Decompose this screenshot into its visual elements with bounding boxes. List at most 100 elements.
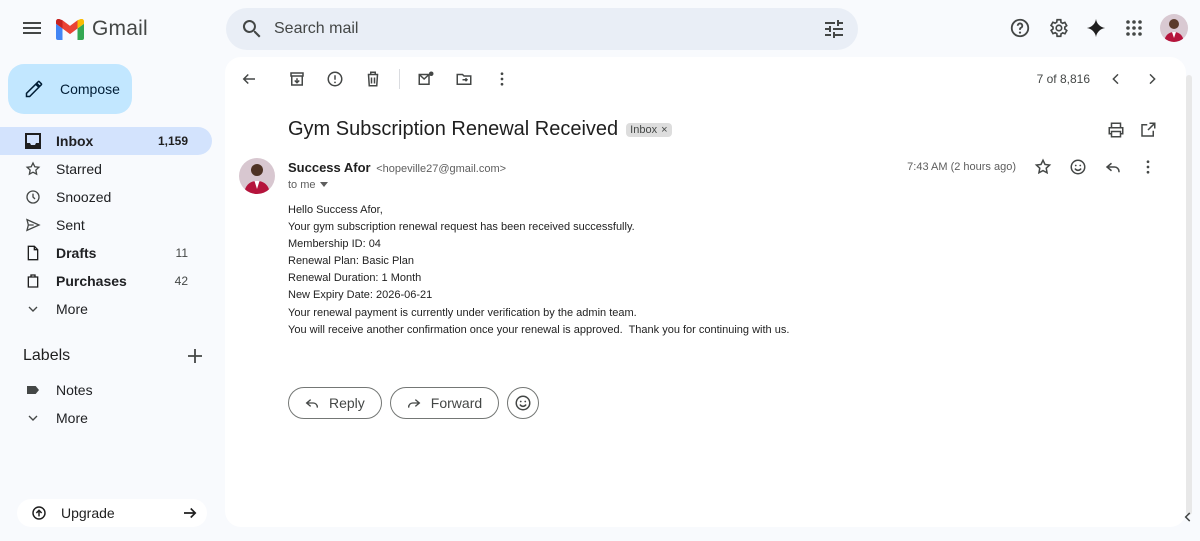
mark-unread-icon[interactable] (414, 67, 438, 91)
more-vert-icon[interactable] (1138, 157, 1158, 177)
labels-list: Notes More (0, 376, 224, 432)
top-bar: Gmail (0, 0, 1200, 57)
body-line: Membership ID: 04 (288, 238, 381, 251)
inbox-label-chip[interactable]: Inbox × (626, 122, 672, 137)
chevron-down-icon (24, 409, 42, 427)
scrollbar[interactable] (1186, 75, 1192, 515)
sidebar-item-starred[interactable]: Starred (0, 155, 212, 183)
sidebar-item-purchases[interactable]: Purchases 42 (0, 267, 212, 295)
subject-line: Gym Subscription Renewal Received Inbox … (288, 118, 672, 141)
clock-icon (24, 188, 42, 206)
sidebar-item-label: Sent (56, 217, 85, 233)
reply-icon[interactable] (1103, 157, 1123, 177)
star-icon[interactable] (1033, 157, 1053, 177)
sidebar-item-label: Purchases (56, 273, 127, 289)
forward-icon (405, 394, 423, 412)
sidebar-item-more[interactable]: More (0, 295, 212, 323)
sender-email: <hopeville27@gmail.com> (376, 163, 507, 175)
move-to-folder-icon[interactable] (452, 67, 476, 91)
help-icon[interactable] (1006, 14, 1034, 42)
main-menu-button[interactable] (16, 12, 48, 44)
delete-trash-icon[interactable] (361, 67, 385, 91)
more-vert-icon[interactable] (490, 67, 514, 91)
draft-icon (24, 244, 42, 262)
upgrade-button[interactable]: Upgrade (17, 499, 207, 527)
gmail-wordmark: Gmail (92, 17, 148, 40)
back-arrow-icon[interactable] (237, 67, 261, 91)
emoji-react-icon[interactable] (1068, 157, 1088, 177)
sidebar-item-label: More (56, 301, 88, 317)
gemini-sparkle-icon[interactable] (1082, 14, 1110, 42)
apps-grid-icon[interactable] (1120, 14, 1148, 42)
unread-count: 1,159 (157, 134, 188, 148)
open-new-window-icon[interactable] (1138, 120, 1158, 140)
search-bar[interactable] (226, 8, 858, 50)
reply-label: Reply (329, 395, 365, 411)
compose-label: Compose (60, 81, 120, 97)
purchases-icon (24, 272, 42, 290)
search-options-icon[interactable] (822, 17, 846, 41)
archive-icon[interactable] (285, 67, 309, 91)
body-line: Renewal Plan: Basic Plan (288, 255, 414, 268)
chevron-left-icon (1181, 510, 1195, 524)
email-subject: Gym Subscription Renewal Received (288, 118, 619, 140)
sender-name[interactable]: Success Afor (288, 160, 371, 175)
label-item-label: More (56, 410, 88, 426)
emoji-reaction-button[interactable] (507, 387, 540, 419)
labels-heading: Labels (23, 347, 71, 364)
gmail-m-icon (56, 18, 84, 40)
chip-label: Inbox (630, 123, 658, 136)
sidebar-item-label: Snoozed (56, 189, 112, 205)
top-right-icons (996, 14, 1188, 42)
plus-icon[interactable] (187, 348, 203, 364)
sidebar-item-snoozed[interactable]: Snoozed (0, 183, 212, 211)
compose-button[interactable]: Compose (8, 64, 132, 114)
label-item-notes[interactable]: Notes (0, 376, 212, 404)
report-spam-icon[interactable] (323, 67, 347, 91)
chip-remove-icon[interactable]: × (661, 124, 667, 136)
message-time: 7:43 AM (2 hours ago) (907, 161, 1016, 173)
upgrade-label: Upgrade (61, 505, 115, 521)
caret-down-icon[interactable] (319, 182, 328, 188)
reply-icon (303, 394, 321, 412)
sidebar-item-label: Inbox (56, 133, 94, 149)
settings-gear-icon[interactable] (1044, 14, 1072, 42)
forward-button[interactable]: Forward (389, 387, 500, 419)
pencil-icon (24, 79, 44, 99)
label-icon (24, 381, 42, 399)
toolbar-divider (399, 69, 400, 89)
chevron-left-icon[interactable] (1106, 69, 1126, 89)
label-item-label: Notes (56, 382, 93, 398)
chevron-down-icon (24, 300, 42, 318)
body-line: Renewal Duration: 1 Month (288, 272, 422, 285)
labels-header: Labels (23, 347, 203, 365)
sidebar-item-inbox[interactable]: Inbox 1,159 (0, 127, 212, 155)
body-line: You will receive another confirmation on… (288, 323, 790, 336)
hamburger-menu-icon (20, 16, 44, 40)
sidebar-item-drafts[interactable]: Drafts 11 (0, 239, 212, 267)
message-meta: 7:43 AM (2 hours ago) (907, 157, 1158, 177)
arrow-right-icon (181, 504, 199, 522)
gmail-logo[interactable]: Gmail (56, 16, 148, 42)
drafts-count: 11 (175, 246, 188, 260)
sidebar-item-label: Starred (56, 161, 102, 177)
pager-text: 7 of 8,816 (1036, 72, 1090, 86)
pagination: 7 of 8,816 (1037, 69, 1162, 89)
sidebar-item-sent[interactable]: Sent (0, 211, 212, 239)
side-panel-toggle[interactable] (1176, 503, 1200, 531)
sidebar-nav: Inbox 1,159 Starred Snoozed Sent Drafts … (0, 127, 224, 323)
chevron-right-icon[interactable] (1142, 69, 1162, 89)
account-avatar[interactable] (1160, 14, 1188, 42)
recipient-line[interactable]: to me (288, 179, 328, 191)
subject-actions (1094, 120, 1158, 140)
reply-button[interactable]: Reply (288, 387, 382, 419)
search-icon[interactable] (240, 17, 264, 41)
send-icon (24, 216, 42, 234)
sender-line: Success Afor <hopeville27@gmail.com> (288, 160, 506, 175)
search-input[interactable] (274, 8, 794, 50)
print-icon[interactable] (1106, 120, 1126, 140)
label-item-more[interactable]: More (0, 404, 212, 432)
star-icon (24, 160, 42, 178)
sender-avatar[interactable] (239, 158, 275, 194)
message-body: Hello Success Afor, Your gym subscriptio… (288, 202, 789, 339)
